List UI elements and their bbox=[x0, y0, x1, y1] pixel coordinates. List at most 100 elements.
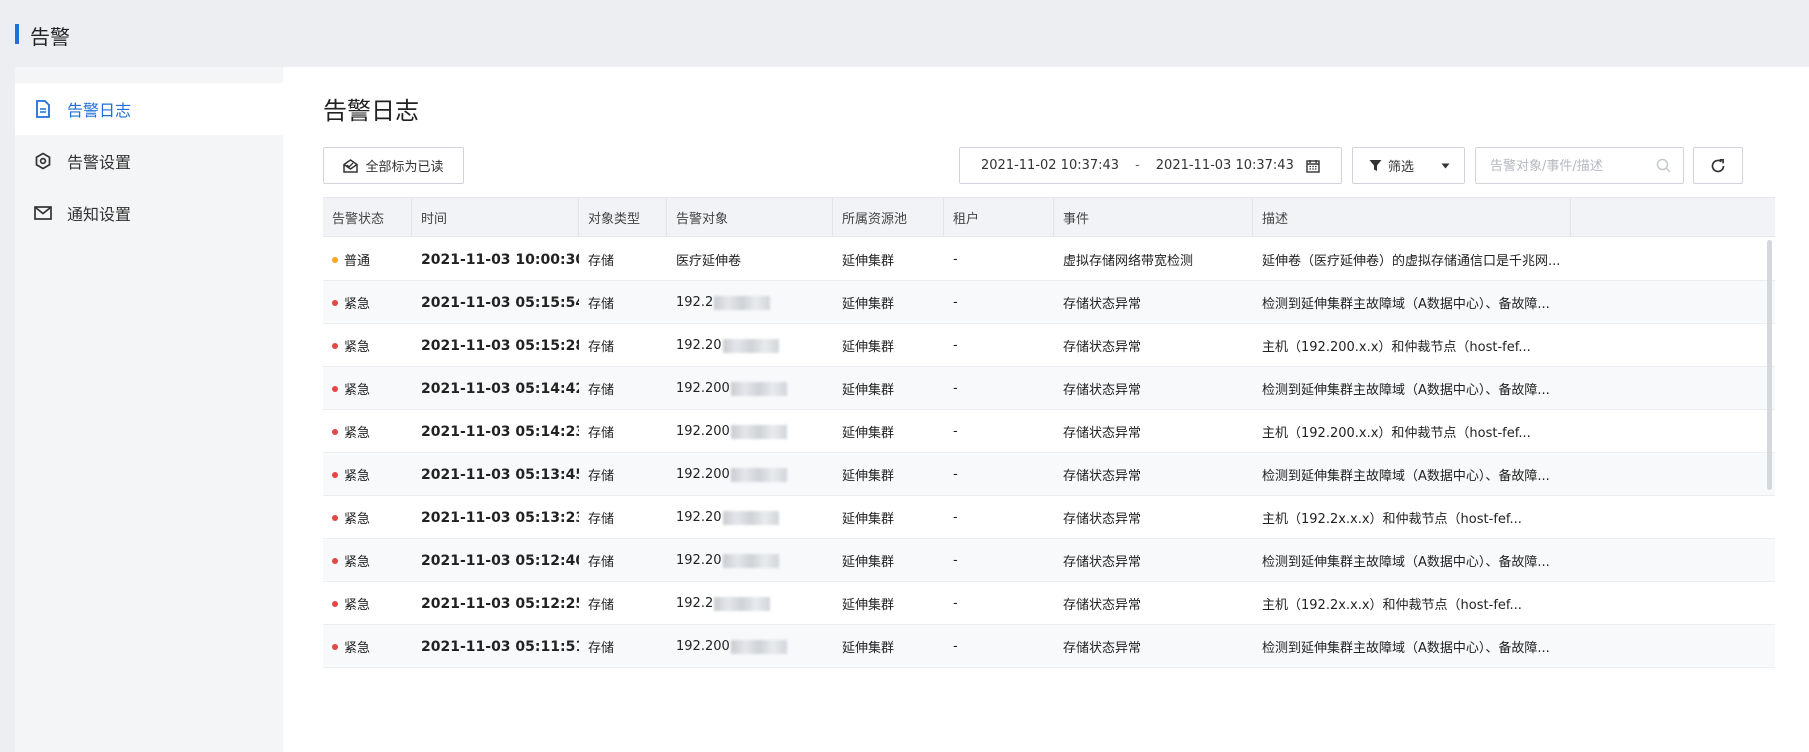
cell-object: 192.20 bbox=[667, 324, 833, 367]
caret-down-icon bbox=[1441, 163, 1450, 169]
top-header: 告警 bbox=[0, 0, 1809, 67]
sidebar: 告警日志 告警设置 通知设置 bbox=[15, 67, 283, 752]
cell-type: 存储 bbox=[588, 512, 615, 527]
cell-object: 192.20 bbox=[667, 539, 833, 582]
redacted-ip bbox=[730, 424, 787, 439]
object-ip-text: 192.2 bbox=[676, 596, 714, 611]
cell-desc: 主机（192.200.x.x）和仲裁节点（host-fef... bbox=[1262, 340, 1531, 355]
filter-label: 筛选 bbox=[1388, 160, 1415, 175]
cell-tenant: - bbox=[953, 424, 958, 439]
sidebar-item-notification-settings[interactable]: 通知设置 bbox=[15, 187, 283, 239]
redacted-ip bbox=[722, 553, 779, 568]
cell-type: 存储 bbox=[588, 383, 615, 398]
table-row[interactable]: 紧急 2021-11-03 05:12:25 存储 192.2 延伸集群 - 存储状态异常 主… bbox=[323, 582, 1775, 625]
status-text: 紧急 bbox=[344, 340, 371, 355]
page-title: 告警日志 bbox=[323, 97, 419, 125]
cell-type: 存储 bbox=[588, 641, 615, 656]
redacted-ip bbox=[730, 639, 787, 654]
cell-status: 紧急 bbox=[323, 367, 412, 410]
cell-tenant: - bbox=[953, 338, 958, 353]
header-accent-bar bbox=[15, 24, 19, 44]
cell-tenant: - bbox=[953, 467, 958, 482]
status-dot bbox=[332, 256, 338, 263]
status-text: 普通 bbox=[344, 254, 371, 269]
search-box[interactable] bbox=[1475, 147, 1684, 184]
cell-type: 存储 bbox=[588, 469, 615, 484]
cell-desc: 检测到延伸集群主故障域（A数据中心）、备故障... bbox=[1262, 555, 1550, 570]
cell-status: 紧急 bbox=[323, 410, 412, 453]
cell-time: 2021-11-03 05:12:25 bbox=[421, 595, 579, 612]
column-header-desc: 描述 bbox=[1253, 198, 1571, 237]
status-text: 紧急 bbox=[344, 512, 371, 527]
cell-time: 2021-11-03 05:13:23 bbox=[421, 509, 579, 526]
cell-object: 192.200 bbox=[667, 410, 833, 453]
date-range-picker[interactable]: 2021-11-02 10:37:43 - 2021-11-03 10:37:4… bbox=[959, 147, 1342, 184]
cell-tenant: - bbox=[953, 381, 958, 396]
search-icon[interactable] bbox=[1656, 158, 1671, 173]
status-dot bbox=[332, 471, 338, 478]
status-dot bbox=[332, 643, 338, 650]
object-ip-text: 192.20 bbox=[676, 338, 722, 353]
cell-object: 192.2 bbox=[667, 582, 833, 625]
cell-event: 存储状态异常 bbox=[1063, 383, 1142, 398]
cell-object: 192.2 bbox=[667, 281, 833, 324]
cell-status: 紧急 bbox=[323, 539, 412, 582]
table-row[interactable]: 紧急 2021-11-03 05:15:28 存储 192.20 延伸集群 - 存储状态异常… bbox=[323, 324, 1775, 367]
object-ip-text: 192.200 bbox=[676, 381, 730, 396]
table-row[interactable]: 紧急 2021-11-03 05:15:54 存储 192.2 延伸集群 - 存储状态异常 检… bbox=[323, 281, 1775, 324]
refresh-icon bbox=[1710, 158, 1726, 174]
cell-pool: 延伸集群 bbox=[842, 469, 895, 484]
cell-event: 存储状态异常 bbox=[1063, 555, 1142, 570]
mail-icon bbox=[33, 203, 53, 223]
table-row[interactable]: 紧急 2021-11-03 05:14:23 存储 192.200 延伸集群 - 存储状态异… bbox=[323, 410, 1775, 453]
status-dot bbox=[332, 514, 338, 521]
table-row[interactable]: 紧急 2021-11-03 05:11:51 存储 192.200 延伸集群 - 存储状态异… bbox=[323, 625, 1775, 668]
cell-event: 存储状态异常 bbox=[1063, 512, 1142, 527]
status-dot bbox=[332, 299, 338, 306]
search-input[interactable] bbox=[1490, 157, 1650, 175]
cell-object: 192.200 bbox=[667, 453, 833, 496]
table-row[interactable]: 普通 2021-11-03 10:00:30 存储 医疗延伸卷 延伸集群 - 虚拟存储网络带… bbox=[323, 238, 1775, 281]
cell-object: 192.200 bbox=[667, 625, 833, 668]
cell-status: 紧急 bbox=[323, 496, 412, 539]
cell-tenant: - bbox=[953, 596, 958, 611]
object-ip-text: 192.200 bbox=[676, 424, 730, 439]
table-row[interactable]: 紧急 2021-11-03 05:12:40 存储 192.20 延伸集群 - 存储状态异常… bbox=[323, 539, 1775, 582]
calendar-icon bbox=[1306, 159, 1320, 173]
redacted-ip bbox=[714, 596, 771, 611]
cell-desc: 检测到延伸集群主故障域（A数据中心）、备故障... bbox=[1262, 641, 1550, 656]
redacted-ip bbox=[730, 467, 787, 482]
cell-event: 存储状态异常 bbox=[1063, 340, 1142, 355]
main-panel: 告警日志 全部标为已读 2021-11-02 10:37:43 - 2021-1… bbox=[283, 67, 1809, 752]
redacted-ip bbox=[714, 295, 771, 310]
refresh-button[interactable] bbox=[1693, 147, 1743, 184]
cell-event: 存储状态异常 bbox=[1063, 426, 1142, 441]
cell-type: 存储 bbox=[588, 555, 615, 570]
filter-dropdown[interactable]: 筛选 bbox=[1352, 147, 1465, 184]
status-text: 紧急 bbox=[344, 598, 371, 613]
sidebar-item-alarm-settings[interactable]: 告警设置 bbox=[15, 135, 283, 187]
cell-time: 2021-11-03 05:14:42 bbox=[421, 380, 579, 397]
table-row[interactable]: 紧急 2021-11-03 05:13:23 存储 192.20 延伸集群 - 存储状态异常… bbox=[323, 496, 1775, 539]
status-dot bbox=[332, 342, 338, 349]
status-text: 紧急 bbox=[344, 641, 371, 656]
sidebar-item-alarm-log[interactable]: 告警日志 bbox=[15, 83, 283, 135]
mark-all-read-button[interactable]: 全部标为已读 bbox=[323, 147, 464, 184]
cell-pool: 延伸集群 bbox=[842, 598, 895, 613]
cell-pool: 延伸集群 bbox=[842, 641, 895, 656]
cell-status: 紧急 bbox=[323, 281, 412, 324]
cell-status: 普通 bbox=[323, 238, 412, 281]
cell-tenant: - bbox=[953, 639, 958, 654]
date-range-start: 2021-11-02 10:37:43 bbox=[981, 158, 1120, 173]
mail-open-icon bbox=[343, 158, 359, 173]
table-scrollbar[interactable] bbox=[1767, 240, 1772, 490]
table-row[interactable]: 紧急 2021-11-03 05:14:42 存储 192.200 延伸集群 - 存储状态异… bbox=[323, 367, 1775, 410]
column-header-time: 时间 bbox=[412, 198, 579, 237]
cell-desc: 主机（192.2x.x.x）和仲裁节点（host-fef... bbox=[1262, 512, 1522, 527]
table-row[interactable]: 紧急 2021-11-03 05:13:45 存储 192.200 延伸集群 - 存储状态异… bbox=[323, 453, 1775, 496]
object-ip-text: 192.20 bbox=[676, 510, 722, 525]
cell-tenant: - bbox=[953, 510, 958, 525]
column-header-tenant: 租户 bbox=[944, 198, 1054, 237]
column-header-status: 告警状态 bbox=[323, 198, 412, 237]
redacted-ip bbox=[722, 338, 779, 353]
